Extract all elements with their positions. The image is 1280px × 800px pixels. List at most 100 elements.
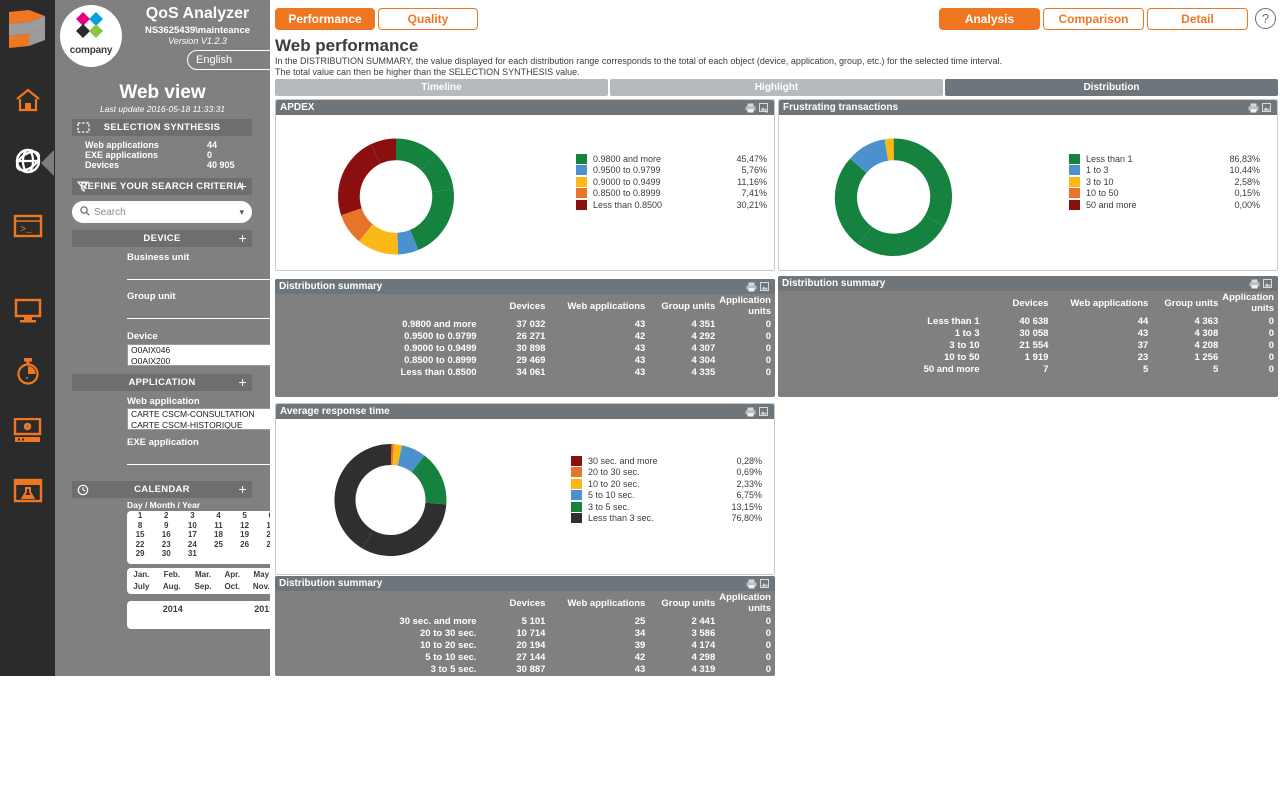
- rail-item-desktop[interactable]: [0, 285, 55, 341]
- calendar-day[interactable]: 15: [127, 530, 153, 540]
- calendar-month[interactable]: July: [127, 580, 156, 592]
- export-image-icon[interactable]: x: [759, 102, 770, 113]
- calendar-day[interactable]: 30: [153, 549, 179, 559]
- plus-icon[interactable]: +: [239, 179, 247, 193]
- cell-label: 3 to 5 sec.: [430, 663, 477, 675]
- calendar-day[interactable]: 24: [179, 540, 205, 550]
- calendar-day[interactable]: 16: [153, 530, 179, 540]
- refine-criteria-header[interactable]: REFINE YOUR SEARCH CRITERIA +: [72, 178, 252, 195]
- calendar-day[interactable]: 3: [179, 511, 205, 521]
- export-image-icon[interactable]: [1262, 102, 1273, 113]
- cell-group: 4 208: [1194, 339, 1219, 351]
- tab-detail[interactable]: Detail: [1147, 8, 1248, 30]
- table-row: Less than 3 sec. 38 021 43 4 353 0: [275, 675, 775, 687]
- calendar-day[interactable]: 8: [127, 521, 153, 531]
- legend-label: Less than 3 sec.: [588, 513, 654, 524]
- export-image-icon[interactable]: [759, 406, 770, 417]
- calendar-day[interactable]: 11: [205, 521, 231, 531]
- print-icon[interactable]: [746, 579, 757, 589]
- calendar-month[interactable]: Aug.: [156, 580, 188, 592]
- cell-label: Less than 3 sec.: [403, 675, 477, 687]
- calendar-day[interactable]: 23: [153, 540, 179, 550]
- card-tools: [1249, 278, 1278, 289]
- calendar-month[interactable]: Feb.: [156, 568, 188, 580]
- calendar-month[interactable]: Apr.: [218, 568, 246, 580]
- calendar-year[interactable]: 2014: [127, 604, 219, 614]
- tab-analysis[interactable]: Analysis: [939, 8, 1040, 30]
- rail-item-home[interactable]: [0, 74, 55, 130]
- calendar-day[interactable]: 19: [232, 530, 258, 540]
- rail-item-server[interactable]: [0, 405, 55, 461]
- calendar-month[interactable]: Jan.: [127, 568, 156, 580]
- legend-item: 0.8500 to 0.8999 7,41%: [576, 188, 767, 200]
- export-image-icon[interactable]: [760, 281, 771, 292]
- calendar-day[interactable]: 25: [205, 540, 231, 550]
- calendar-day[interactable]: 2: [153, 511, 179, 521]
- rail-item-console[interactable]: >_: [0, 200, 55, 256]
- brand-word: company: [69, 45, 113, 56]
- frustrating-card-header: Frustrating transactions: [779, 100, 1277, 115]
- calendar-month[interactable]: Sep.: [188, 580, 218, 592]
- last-update-label: Last update 2016-05-18 11:33:31: [99, 104, 226, 114]
- calendar-day[interactable]: 4: [205, 511, 231, 521]
- col-group: Group units: [661, 300, 716, 312]
- tab-performance[interactable]: Performance: [275, 8, 375, 30]
- table-row: 0.8500 to 0.8999 29 469 43 4 304 0: [275, 354, 775, 366]
- selection-synthesis-header[interactable]: SELECTION SYNTHESIS: [72, 119, 252, 136]
- calendar-day[interactable]: 5: [232, 511, 258, 521]
- frustrating-summary-card: Distribution summary Devices Web applica…: [778, 276, 1278, 397]
- legend-swatch: [576, 188, 587, 199]
- tab-quality[interactable]: Quality: [378, 8, 478, 30]
- calendar-day[interactable]: 22: [127, 540, 153, 550]
- calendar-day[interactable]: 9: [153, 521, 179, 531]
- legend-value: 0,69%: [736, 467, 762, 478]
- print-icon[interactable]: [1249, 279, 1260, 289]
- legend-label: 10 to 20 sec.: [588, 478, 640, 489]
- tab-comparison[interactable]: Comparison: [1043, 8, 1144, 30]
- calendar-day[interactable]: 31: [179, 549, 205, 559]
- plus-icon[interactable]: +: [239, 482, 247, 496]
- legend-value: 86,83%: [1229, 153, 1260, 164]
- print-icon[interactable]: [745, 103, 756, 113]
- cell-group: 4 298: [691, 651, 716, 663]
- cell-devices: 30 898: [516, 342, 546, 354]
- calendar-month[interactable]: Mar.: [188, 568, 218, 580]
- card-tools: [746, 578, 775, 589]
- calendar-day[interactable]: 26: [232, 540, 258, 550]
- plus-icon[interactable]: +: [239, 231, 247, 245]
- company-logo-icon[interactable]: [7, 8, 49, 56]
- cell-appunits: 0: [1268, 328, 1274, 340]
- calendar-day[interactable]: 1: [127, 511, 153, 521]
- rail-item-lab[interactable]: [0, 465, 55, 521]
- legend-value: 10,44%: [1229, 165, 1260, 176]
- calendar-day[interactable]: 10: [179, 521, 205, 531]
- calendar-day[interactable]: 12: [232, 521, 258, 531]
- col-range: [778, 291, 988, 316]
- application-section-header[interactable]: APPLICATION +: [72, 374, 252, 391]
- search-input[interactable]: Search ▾: [72, 201, 252, 223]
- help-icon[interactable]: ?: [1255, 8, 1276, 29]
- export-image-icon[interactable]: [1263, 278, 1274, 289]
- calendar-month[interactable]: Oct.: [218, 580, 246, 592]
- print-icon[interactable]: [745, 407, 756, 417]
- legend-label: 0.9800 and more: [593, 153, 662, 164]
- print-icon[interactable]: [746, 282, 757, 292]
- export-image-icon[interactable]: [760, 578, 771, 589]
- response-summary-header: Distribution summary: [275, 576, 775, 591]
- print-icon[interactable]: [1248, 103, 1259, 113]
- plus-icon[interactable]: +: [239, 375, 247, 389]
- cell-appunits: 0: [1268, 316, 1274, 328]
- legend-swatch: [1069, 165, 1080, 176]
- legend-swatch: [576, 165, 587, 176]
- rail-item-performance[interactable]: [0, 345, 55, 401]
- device-section-header[interactable]: DEVICE +: [72, 230, 252, 247]
- chevron-down-icon[interactable]: ▾: [239, 207, 244, 218]
- subtab-timeline[interactable]: Timeline: [275, 79, 608, 96]
- calendar-day[interactable]: 18: [205, 530, 231, 540]
- subtab-highlight[interactable]: Highlight: [610, 79, 943, 96]
- calendar-day[interactable]: 29: [127, 549, 153, 559]
- collapse-arrow-icon[interactable]: [41, 150, 54, 176]
- calendar-section-header[interactable]: CALENDAR +: [72, 481, 252, 498]
- subtab-distribution[interactable]: Distribution: [945, 79, 1278, 96]
- calendar-day[interactable]: 17: [179, 530, 205, 540]
